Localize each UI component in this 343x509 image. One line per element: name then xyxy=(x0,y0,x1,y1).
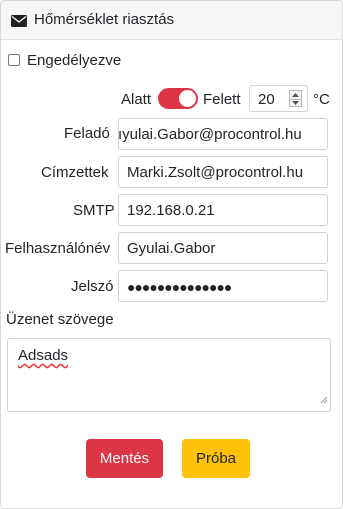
save-button[interactable]: Mentés xyxy=(86,439,163,478)
smtp-label: SMTP xyxy=(73,202,115,219)
toggle-knob xyxy=(179,90,196,107)
test-button[interactable]: Próba xyxy=(182,439,250,478)
threshold-spinner[interactable] xyxy=(289,90,302,107)
unit-label: °C xyxy=(313,91,330,108)
sender-input[interactable]: ıyulai.Gabor@procontrol.hu xyxy=(118,118,328,150)
smtp-value: 192.168.0.21 xyxy=(127,202,215,219)
below-label: Alatt xyxy=(121,91,152,108)
smtp-input[interactable]: 192.168.0.21 xyxy=(118,194,328,226)
temperature-alarm-panel: Hőmérséklet riasztás Engedélyezve Alatt … xyxy=(0,0,343,509)
resize-grip-icon[interactable] xyxy=(320,391,328,409)
password-value: ●●●●●●●●●●●●●● xyxy=(127,279,232,295)
message-value: Adsads xyxy=(18,347,69,364)
username-value: Gyulai.Gabor xyxy=(127,240,216,257)
below-above-toggle[interactable] xyxy=(158,88,198,109)
password-label: Jelszó xyxy=(71,278,114,295)
recipients-input[interactable]: Marki.Zsolt@procontrol.hu xyxy=(118,156,328,188)
message-textarea[interactable]: Adsads xyxy=(7,338,331,412)
spinner-down-icon[interactable] xyxy=(290,99,301,107)
recipients-value: Marki.Zsolt@procontrol.hu xyxy=(127,164,304,181)
sender-label: Feladó xyxy=(64,125,110,142)
threshold-input[interactable]: 20 xyxy=(249,85,308,112)
above-label: Felett xyxy=(203,91,241,108)
threshold-value: 20 xyxy=(258,91,275,108)
sender-value: ıyulai.Gabor@procontrol.hu xyxy=(118,126,302,143)
panel-header: Hőmérséklet riasztás xyxy=(1,1,342,40)
enabled-checkbox[interactable] xyxy=(8,54,20,66)
envelope-icon xyxy=(11,14,27,27)
username-input[interactable]: Gyulai.Gabor xyxy=(118,232,328,264)
enabled-label[interactable]: Engedélyezve xyxy=(27,52,121,69)
recipients-label: Címzettek xyxy=(41,164,109,181)
message-label: Üzenet szövege xyxy=(6,311,114,328)
password-input[interactable]: ●●●●●●●●●●●●●● xyxy=(118,270,328,302)
panel-title: Hőmérséklet riasztás xyxy=(34,11,175,28)
username-label: Felhasználónév xyxy=(5,240,111,257)
